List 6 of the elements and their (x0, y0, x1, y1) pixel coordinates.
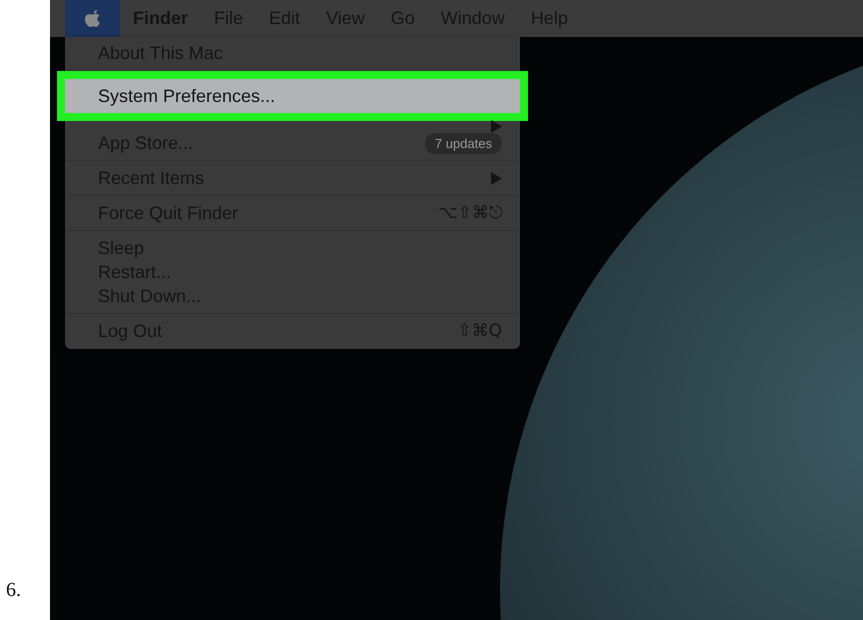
keyboard-shortcut: ⌥⇧⌘⎋ (438, 203, 502, 223)
apple-menu-button[interactable] (65, 0, 120, 37)
apple-logo-icon (84, 8, 101, 28)
step-number: 6. (6, 579, 21, 602)
updates-badge: 7 updates (424, 132, 502, 154)
menu-item[interactable]: System Preferences... (65, 79, 520, 113)
